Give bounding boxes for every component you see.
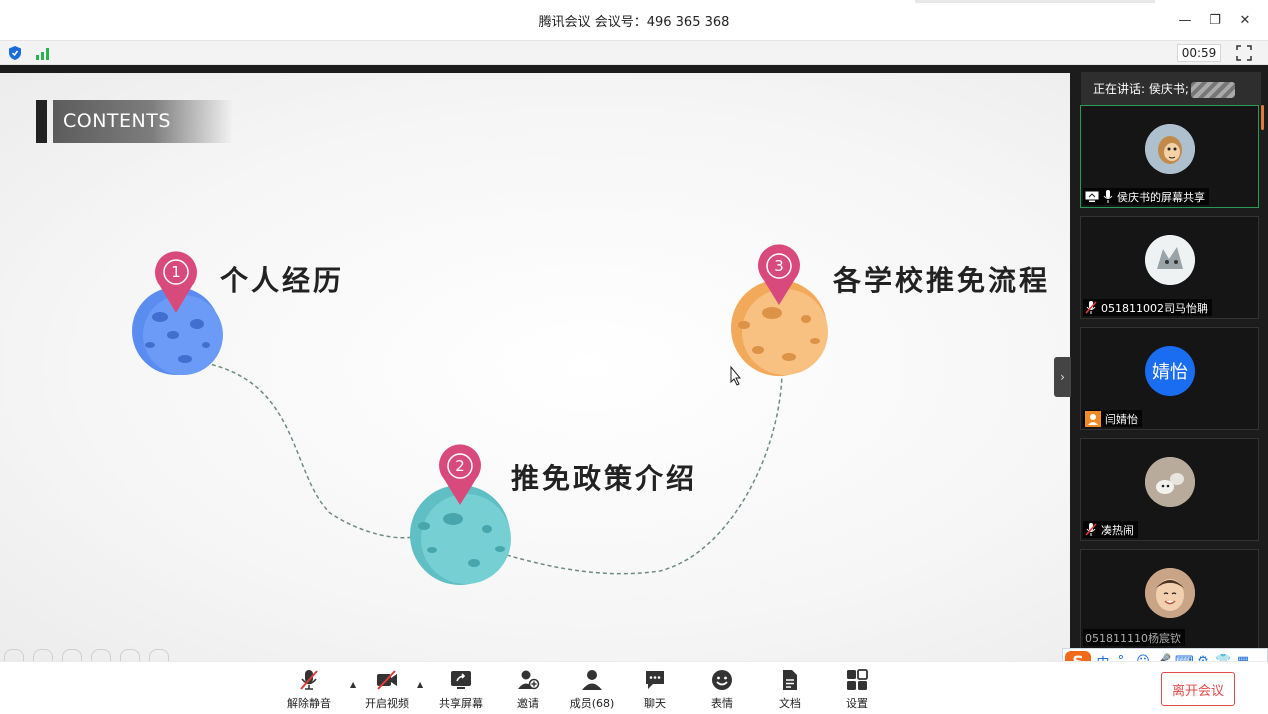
meeting-toolbar: 解除静音 ▲ 开启视频 ▲ 共享屏幕 邀请 成员(68) 聊天 表情 文档 设置…	[0, 661, 1268, 714]
slide-tool-4-icon[interactable]	[91, 649, 111, 661]
meeting-timer: 00:59	[1177, 44, 1221, 62]
pin-1-number: 1	[171, 263, 181, 281]
participant-tile[interactable]: 051811002司马怡聃	[1080, 216, 1259, 319]
panel-scrollbar[interactable]	[1261, 105, 1264, 130]
collapse-panel-button[interactable]: ›	[1054, 357, 1071, 397]
chat-icon	[646, 671, 664, 689]
settings-grid-icon	[847, 669, 868, 690]
participant-name: 051811110杨宸钦	[1085, 631, 1181, 645]
pin-3-number: 3	[774, 257, 784, 275]
video-options-caret-icon[interactable]: ▲	[417, 680, 427, 690]
smile-icon	[712, 670, 732, 690]
documents-button[interactable]: 文档	[760, 668, 820, 711]
item-2-label: 推免政策介绍	[511, 462, 698, 495]
leave-meeting-button[interactable]: 离开会议	[1161, 672, 1235, 706]
participant-name-tag: 凑热闹	[1083, 521, 1138, 538]
participant-name-tag: 051811002司马怡聃	[1083, 299, 1212, 316]
video-off-icon	[377, 670, 397, 690]
window-title: 腾讯会议 会议号：496 365 368	[538, 14, 730, 30]
close-button[interactable]: ✕	[1230, 0, 1260, 40]
blurred-speaker-name	[1190, 81, 1235, 98]
wolf-avatar-icon	[1145, 235, 1195, 285]
window-controls: — ❐ ✕	[1170, 0, 1260, 40]
document-icon	[783, 670, 797, 690]
participant-panel: 正在讲话: 侯庆书; 侯庆书的屏幕共享 051811002司马怡聃 婧怡 闫婧怡…	[1071, 65, 1268, 661]
slide-annotation-tools	[4, 649, 169, 661]
settings-button[interactable]: 设置	[827, 668, 887, 711]
slide-graphics	[132, 244, 828, 585]
mouse-cursor-icon	[730, 365, 742, 386]
text-avatar: 婧怡	[1145, 346, 1195, 396]
participant-name: 051811002司马怡聃	[1101, 301, 1208, 315]
participant-tile[interactable]: 凑热闹	[1080, 438, 1259, 541]
security-shield-icon[interactable]	[8, 46, 22, 60]
baby-avatar-icon	[1145, 568, 1195, 618]
start-video-button[interactable]: 开启视频	[357, 668, 417, 711]
cat-avatar-icon	[1145, 457, 1195, 507]
members-button[interactable]: 成员(68)	[562, 668, 622, 711]
chat-button[interactable]: 聊天	[625, 668, 685, 711]
mic-muted-icon	[1085, 301, 1097, 314]
participant-tile[interactable]: 婧怡 闫婧怡	[1080, 327, 1259, 430]
add-user-icon	[518, 670, 540, 690]
speaking-indicator: 正在讲话: 侯庆书;	[1081, 72, 1261, 106]
unmute-button[interactable]: 解除静音	[279, 668, 339, 711]
screen-share-icon	[1085, 191, 1099, 202]
restore-button[interactable]: ❐	[1200, 0, 1230, 40]
status-bar: 00:59	[0, 40, 1268, 65]
mic-icon	[1103, 190, 1113, 203]
participant-tile[interactable]: 侯庆书的屏幕共享	[1080, 105, 1259, 208]
participant-name: 凑热闹	[1101, 523, 1134, 537]
slide-tool-3-icon[interactable]	[62, 649, 82, 661]
meeting-main-area: CONTENTS 1 2 3 个人经历 推免政策介绍 各学校推免流程 › 正在讲…	[0, 65, 1268, 661]
item-3-label: 各学校推免流程	[833, 264, 1051, 297]
slide-tool-5-icon[interactable]	[120, 649, 140, 661]
participant-name-tag: 闫婧怡	[1083, 410, 1142, 427]
reactions-button[interactable]: 表情	[692, 668, 752, 711]
cartoon-avatar-icon	[1145, 124, 1195, 174]
slide-tool-2-icon[interactable]	[33, 649, 53, 661]
title-bar: 腾讯会议 会议号：496 365 368 — ❐ ✕	[0, 0, 1268, 40]
slide-tool-1-icon[interactable]	[4, 649, 24, 661]
mic-muted-icon	[1085, 523, 1097, 536]
mic-muted-icon	[300, 670, 318, 690]
participant-name-tag: 侯庆书的屏幕共享	[1083, 188, 1209, 205]
share-screen-icon	[451, 671, 471, 689]
speaking-text: 正在讲话: 侯庆书;	[1093, 82, 1189, 96]
participant-name-tag: 051811110杨宸钦	[1083, 629, 1185, 646]
fullscreen-icon[interactable]	[1236, 45, 1252, 61]
share-screen-button[interactable]: 共享屏幕	[431, 668, 491, 711]
network-signal-icon[interactable]	[35, 47, 51, 60]
participant-name: 侯庆书的屏幕共享	[1117, 190, 1205, 204]
title-bar-overlay	[915, 0, 1155, 3]
slide-tool-6-icon[interactable]	[149, 649, 169, 661]
participant-tile[interactable]: 051811110杨宸钦	[1080, 549, 1259, 661]
minimize-button[interactable]: —	[1170, 0, 1200, 40]
shared-screen-slide: CONTENTS 1 2 3 个人经历 推免政策介绍 各学校推免流程	[0, 73, 1070, 661]
participant-name: 闫婧怡	[1105, 412, 1138, 426]
item-1-label: 个人经历	[220, 264, 345, 297]
invite-button[interactable]: 邀请	[498, 668, 558, 711]
user-badge-icon	[1085, 410, 1101, 427]
pin-2-number: 2	[455, 457, 465, 475]
members-icon	[582, 670, 602, 690]
